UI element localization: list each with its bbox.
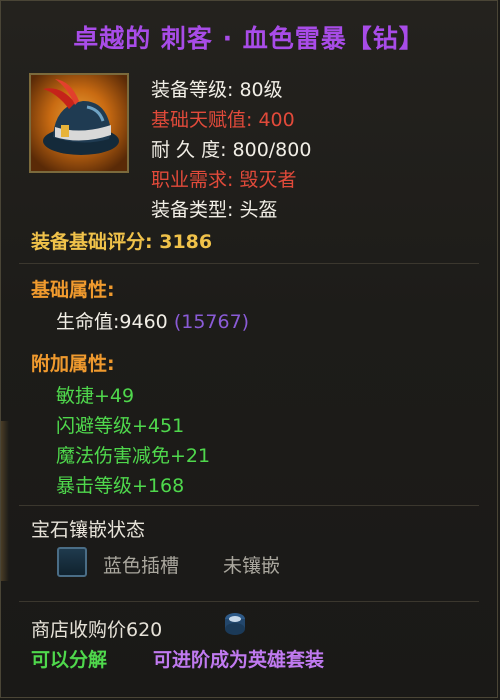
item-level: 装备等级: 80级 [151, 79, 283, 101]
extra-attr-crit: 暴击等级+168 [56, 475, 185, 497]
divider [19, 505, 479, 506]
gem-slot-label: 蓝色插槽 [103, 555, 180, 577]
hp-extra-value: (15767) [173, 311, 250, 333]
divider [19, 263, 479, 264]
durability: 耐 久 度: 800/800 [151, 139, 312, 161]
upgrade-status: 可进阶成为英雄套装 [153, 649, 325, 671]
item-tooltip: 卓越的 刺客 · 血色雷暴【钻】 装备等级: 80级 基础天赋值: 400 耐 … [0, 0, 498, 698]
item-type: 装备类型: 头盔 [151, 199, 278, 221]
extra-attr-agility: 敏捷+49 [56, 385, 135, 407]
extra-attr-magic-resist: 魔法伤害减免+21 [56, 445, 211, 467]
decompose-status: 可以分解 [31, 649, 108, 671]
blue-gem-slot-icon[interactable] [57, 547, 87, 577]
gem-slot-status: 未镶嵌 [223, 555, 281, 577]
class-requirement: 职业需求: 毁灭者 [151, 169, 297, 191]
shop-price: 商店收购价620 [31, 619, 163, 641]
divider [19, 601, 479, 602]
extra-attr-dodge: 闪避等级+451 [56, 415, 185, 437]
assassin-helmet-icon[interactable] [29, 73, 129, 173]
window-edge [1, 421, 9, 581]
item-title: 卓越的 刺客 · 血色雷暴【钻】 [73, 24, 425, 53]
base-attributes-heading: 基础属性: [31, 279, 115, 301]
hp-attribute: 生命值:9460 (15767) [56, 307, 249, 334]
hp-value: 生命值:9460 [56, 311, 168, 333]
extra-attributes-heading: 附加属性: [31, 353, 115, 375]
base-score-value: 3186 [159, 231, 213, 253]
base-score-label: 装备基础评分: [31, 231, 160, 253]
talent-value: 基础天赋值: 400 [151, 109, 295, 131]
base-score: 装备基础评分: 3186 [31, 227, 212, 254]
coin-icon [223, 611, 247, 637]
gem-socket-heading: 宝石镶嵌状态 [31, 519, 146, 541]
